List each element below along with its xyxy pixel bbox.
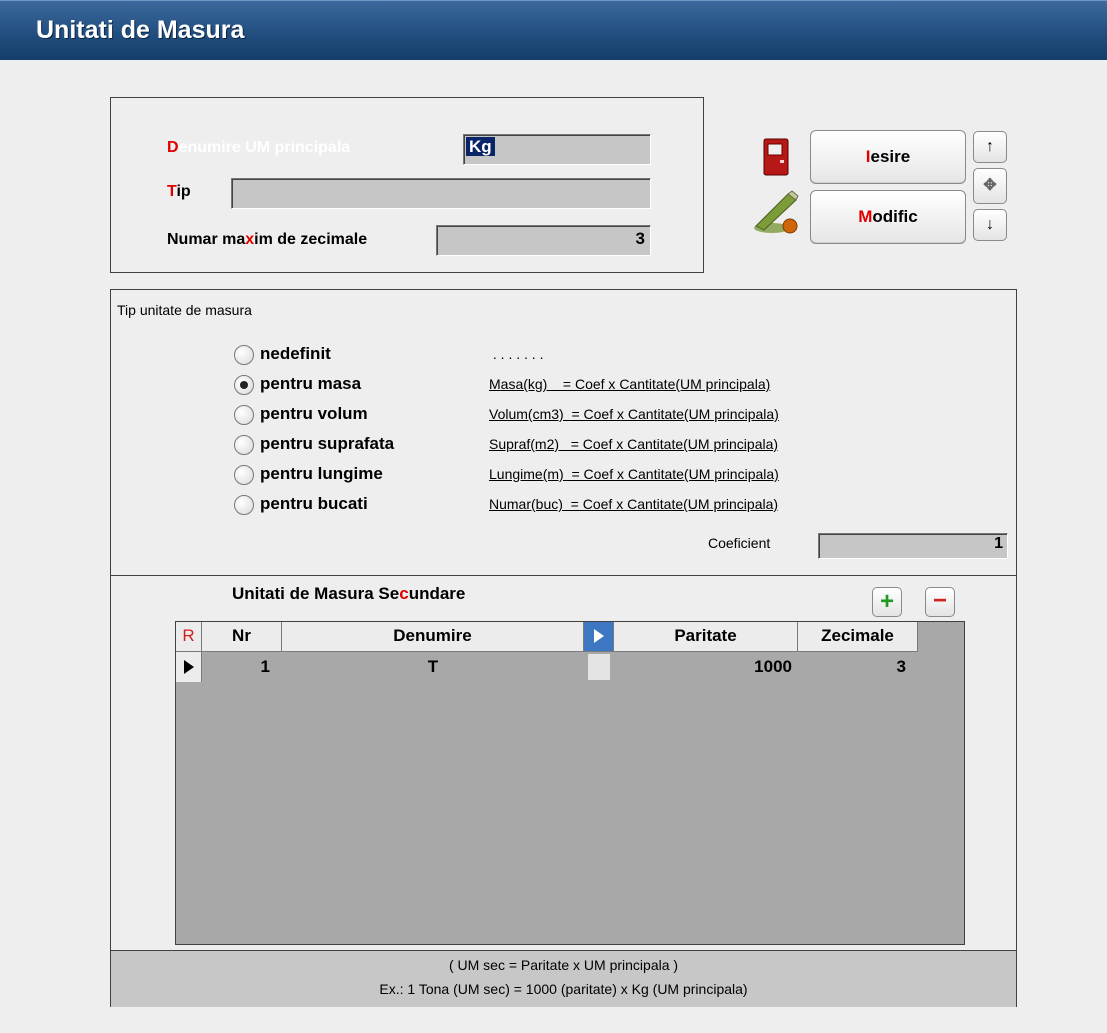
radio-pentru-volum[interactable]	[234, 405, 254, 425]
table-row[interactable]: 1 T 1000 3	[176, 652, 918, 682]
radio-pentru-suprafata[interactable]	[234, 435, 254, 455]
window-title-bar: Unitati de Masura	[0, 0, 1107, 60]
nav-up-button[interactable]: ↑	[973, 131, 1007, 163]
denumire-value: Kg	[466, 137, 495, 156]
door-icon	[763, 138, 789, 176]
exit-button[interactable]: Iesire	[810, 130, 966, 184]
zecimale-field[interactable]: 3	[436, 225, 651, 256]
cell-nr[interactable]: 1	[202, 652, 282, 682]
nav-center-button[interactable]: ✥	[973, 168, 1007, 204]
radio-selected-dot	[240, 381, 248, 389]
cell-denumire[interactable]: T	[282, 652, 584, 682]
plus-icon: +	[879, 588, 894, 615]
nav-down-button[interactable]: ↓	[973, 209, 1007, 241]
arrow-down-icon: ↓	[986, 216, 994, 233]
col-header-denumire[interactable]: Denumire	[282, 622, 584, 652]
option-formula: Numar(buc) = Coef x Cantitate(UM princip…	[489, 496, 779, 512]
option-formula: Volum(cm3) = Coef x Cantitate(UM princip…	[489, 406, 779, 422]
type-section-title: Tip unitate de masura	[117, 302, 252, 318]
zecimale-label: Numar maxim de zecimale	[167, 231, 368, 248]
col-header-zecimale[interactable]: Zecimale	[798, 622, 918, 652]
option-label[interactable]: pentru lungime	[260, 464, 383, 484]
option-formula: Supraf(m2) = Coef x Cantitate(UM princip…	[489, 436, 779, 452]
col-header-paritate[interactable]: Paritate	[614, 622, 798, 652]
cell-expand[interactable]	[588, 654, 610, 680]
option-formula: Masa(kg) = Coef x Cantitate(UM principal…	[489, 376, 771, 392]
secondary-title: Unitati de Masura Secundare	[232, 584, 466, 603]
coef-label: Coeficient	[708, 535, 771, 551]
header-form-panel: Denumire UM principala Kg Tip Numar maxi…	[110, 97, 704, 273]
pen-edit-icon	[750, 188, 802, 236]
cell-paritate[interactable]: 1000	[614, 652, 798, 682]
secondary-units-grid[interactable]: R Nr Denumire Paritate Zecimale 1 T 1000…	[175, 621, 965, 945]
remove-row-button[interactable]: −	[925, 587, 955, 617]
denumire-field[interactable]: Kg	[463, 134, 651, 165]
col-header-nr[interactable]: Nr	[202, 622, 282, 652]
option-label[interactable]: pentru bucati	[260, 494, 368, 514]
radio-pentru-bucati[interactable]	[234, 495, 254, 515]
coef-value: 1	[994, 535, 1003, 552]
tip-label: Tip	[167, 183, 191, 200]
col-header-expand[interactable]	[584, 622, 614, 652]
option-label[interactable]: pentru suprafata	[260, 434, 394, 454]
type-section-panel: Tip unitate de masura nedefinit . . . . …	[110, 289, 1017, 1007]
cell-zecimale[interactable]: 3	[798, 652, 918, 682]
denumire-label: Denumire UM principala	[167, 139, 351, 156]
row-pointer-icon	[176, 652, 202, 682]
footer-note: ( UM sec = Paritate x UM principala ) Ex…	[111, 950, 1016, 1007]
expand-right-icon	[593, 629, 604, 643]
col-header-r[interactable]: R	[176, 622, 202, 652]
coef-field[interactable]: 1	[818, 533, 1008, 559]
footer-line-2: Ex.: 1 Tona (UM sec) = 1000 (paritate) x…	[379, 981, 748, 997]
minus-icon: −	[932, 587, 947, 614]
window-title: Unitati de Masura	[36, 16, 245, 44]
section-divider	[111, 575, 1016, 576]
radio-pentru-lungime[interactable]	[234, 465, 254, 485]
move-icon: ✥	[983, 177, 997, 194]
option-formula: Lungime(m) = Coef x Cantitate(UM princip…	[489, 466, 779, 482]
footer-line-1: ( UM sec = Paritate x UM principala )	[448, 957, 679, 973]
option-label[interactable]: nedefinit	[260, 344, 331, 364]
arrow-up-icon: ↑	[986, 138, 994, 155]
option-label[interactable]: pentru masa	[260, 374, 361, 394]
modify-button[interactable]: Modific	[810, 190, 966, 244]
tip-field[interactable]	[231, 178, 651, 209]
option-formula: . . . . . . .	[489, 346, 544, 362]
radio-nedefinit[interactable]	[234, 345, 254, 365]
radio-pentru-masa[interactable]	[234, 375, 254, 395]
zecimale-value: 3	[635, 229, 645, 248]
add-row-button[interactable]: +	[872, 587, 902, 617]
option-label[interactable]: pentru volum	[260, 404, 368, 424]
